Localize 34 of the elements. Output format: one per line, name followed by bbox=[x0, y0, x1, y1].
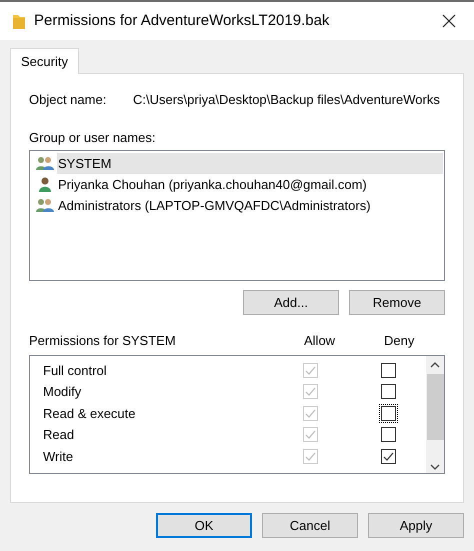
close-icon[interactable] bbox=[442, 14, 456, 28]
user-icon bbox=[36, 177, 54, 192]
group-list-item[interactable]: Priyanka Chouhan (priyanka.chouhan40@gmail.com) bbox=[57, 174, 443, 195]
scroll-up-icon[interactable] bbox=[430, 362, 440, 368]
users-icon bbox=[36, 156, 54, 171]
permission-name: Full control bbox=[43, 362, 108, 380]
dialog-button[interactable]: Add... bbox=[243, 290, 339, 315]
permission-name: Modify bbox=[43, 383, 82, 401]
dialog-button[interactable]: OK bbox=[156, 513, 252, 538]
dialog-button[interactable]: Remove bbox=[349, 290, 445, 315]
group-list-item[interactable]: Administrators (LAPTOP-GMVQAFDC\Administrators) bbox=[57, 195, 443, 216]
tab[interactable]: Security bbox=[10, 48, 79, 74]
permission-name: Read bbox=[43, 426, 76, 444]
window-title: Permissions for AdventureWorksLT2019.bak bbox=[34, 10, 330, 31]
checkbox[interactable] bbox=[381, 362, 396, 378]
checkbox[interactable] bbox=[381, 448, 396, 464]
dialog-button[interactable]: Apply bbox=[368, 513, 464, 538]
group-list-label: Group or user names: bbox=[29, 128, 156, 147]
permission-name: Read & execute bbox=[43, 404, 137, 422]
object-name-value: C:\Users\priya\Desktop\Backup files\AdventureWorks bbox=[133, 91, 440, 109]
permissions-label: Permissions for SYSTEM bbox=[29, 332, 177, 350]
checkbox[interactable] bbox=[381, 384, 396, 400]
folder-icon bbox=[13, 13, 25, 29]
permission-name: Write bbox=[43, 448, 74, 466]
scroll-down-icon[interactable] bbox=[430, 464, 440, 470]
deny-header: Deny bbox=[384, 332, 414, 350]
dialog-button[interactable]: Cancel bbox=[262, 513, 358, 538]
group-list-item[interactable]: SYSTEM bbox=[57, 153, 443, 174]
scrollbar[interactable] bbox=[426, 356, 444, 472]
checkbox[interactable] bbox=[381, 427, 396, 442]
scrollbar-thumb[interactable] bbox=[426, 374, 444, 440]
allow-header: Allow bbox=[304, 332, 336, 350]
object-name-label: Object name: bbox=[29, 91, 108, 109]
users-icon bbox=[36, 198, 54, 213]
